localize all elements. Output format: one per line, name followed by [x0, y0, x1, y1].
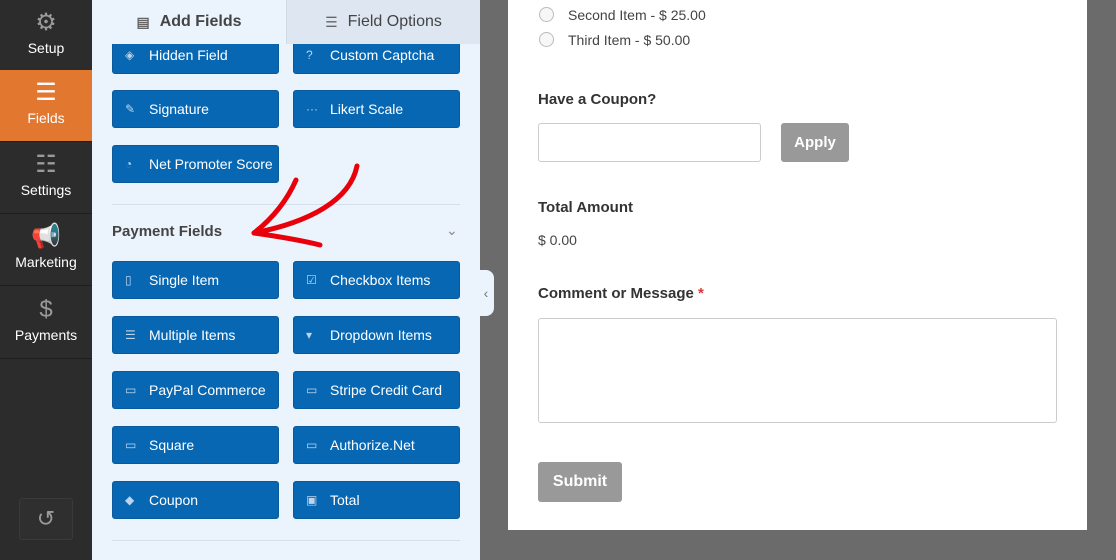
field-button-coupon[interactable]: ◆ Coupon	[112, 481, 279, 519]
history-icon: ↺	[36, 506, 56, 531]
money-icon: ▣	[306, 493, 318, 507]
option-label: Second Item - $ 25.00	[568, 7, 706, 23]
radio-second-item[interactable]	[539, 7, 554, 22]
chevron-left-icon: ‹	[483, 285, 489, 301]
form-preview: Second Item - $ 25.00 Third Item - $ 50.…	[508, 0, 1087, 530]
total-value: $ 0.00	[538, 232, 577, 248]
field-button-likert-scale[interactable]: ··· Likert Scale	[293, 90, 460, 128]
field-button-paypal-commerce[interactable]: ▭ PayPal Commerce	[112, 371, 279, 409]
divider	[112, 204, 460, 205]
question-circle-icon: ?	[306, 48, 313, 62]
total-label: Total Amount	[538, 199, 633, 216]
field-button-authorize-net[interactable]: ▭ Authorize.Net	[293, 426, 460, 464]
megaphone-icon: 📢	[31, 223, 61, 250]
eye-slash-icon: ◈	[125, 48, 135, 62]
sliders-icon: ☰	[325, 13, 338, 30]
apply-button[interactable]: Apply	[781, 123, 849, 162]
tab-field-options[interactable]: ☰ Field Options	[286, 0, 480, 44]
list-icon: ▤	[136, 13, 150, 30]
field-button-checkbox-items[interactable]: ☑ Checkbox Items	[293, 261, 460, 299]
list-icon: ☰	[125, 328, 136, 342]
section-title[interactable]: Payment Fields	[112, 223, 222, 240]
coupon-input[interactable]	[538, 123, 761, 162]
collapse-panel-button[interactable]: ‹	[478, 270, 494, 316]
credit-card-icon: ▭	[306, 383, 318, 397]
option-label: Third Item - $ 50.00	[568, 32, 691, 48]
sidebar-item-payments[interactable]: $ Payments	[0, 287, 92, 359]
required-mark: *	[698, 285, 704, 302]
gauge-icon: ◔	[125, 157, 133, 171]
coupon-label: Have a Coupon?	[538, 91, 657, 108]
field-button-single-item[interactable]: ▯ Single Item	[112, 261, 279, 299]
list-icon: ☰	[35, 79, 57, 106]
ellipsis-icon: ···	[306, 102, 318, 116]
sidebar: ⚙ Setup ☰ Fields ☷ Settings 📢 Marketing $ Pay…	[0, 0, 92, 560]
field-button-multiple-items[interactable]: ☰ Multiple Items	[112, 316, 279, 354]
comment-label: Comment or Message *	[538, 285, 704, 302]
fields-panel: ▤ Add Fields ☰ Field Options ◈ Hidden Field…	[92, 0, 480, 560]
credit-card-icon: ▭	[125, 438, 137, 452]
dollar-icon: $	[39, 296, 53, 323]
comment-textarea[interactable]	[538, 318, 1057, 423]
sliders-icon: ☷	[35, 151, 57, 178]
sidebar-item-settings[interactable]: ☷ Settings	[0, 142, 92, 214]
dropdown-icon: ▾	[306, 328, 313, 342]
gear-icon: ⚙	[35, 9, 57, 36]
credit-card-icon: ▭	[125, 383, 137, 397]
field-button-net-promoter-score[interactable]: ◔ Net Promoter Score	[112, 145, 279, 183]
field-button-total[interactable]: ▣ Total	[293, 481, 460, 519]
field-button-dropdown-items[interactable]: ▾ Dropdown Items	[293, 316, 460, 354]
sidebar-item-setup[interactable]: ⚙ Setup	[0, 0, 92, 72]
field-button-stripe-credit-card[interactable]: ▭ Stripe Credit Card	[293, 371, 460, 409]
file-icon: ▯	[125, 273, 132, 287]
credit-card-icon: ▭	[306, 438, 318, 452]
sidebar-item-fields[interactable]: ☰ Fields	[0, 70, 92, 142]
checkbox-icon: ☑	[306, 273, 317, 287]
submit-button[interactable]: Submit	[538, 462, 622, 502]
radio-third-item[interactable]	[539, 32, 554, 47]
pencil-icon: ✎	[125, 102, 136, 116]
divider	[112, 540, 460, 541]
tab-add-fields[interactable]: ▤ Add Fields	[92, 0, 286, 44]
chevron-down-icon[interactable]: ⌄	[446, 222, 458, 239]
ticket-icon: ◆	[125, 493, 135, 507]
field-button-square[interactable]: ▭ Square	[112, 426, 279, 464]
field-button-signature[interactable]: ✎ Signature	[112, 90, 279, 128]
sidebar-item-marketing[interactable]: 📢 Marketing	[0, 214, 92, 286]
revisions-button[interactable]: ↺	[19, 498, 73, 540]
